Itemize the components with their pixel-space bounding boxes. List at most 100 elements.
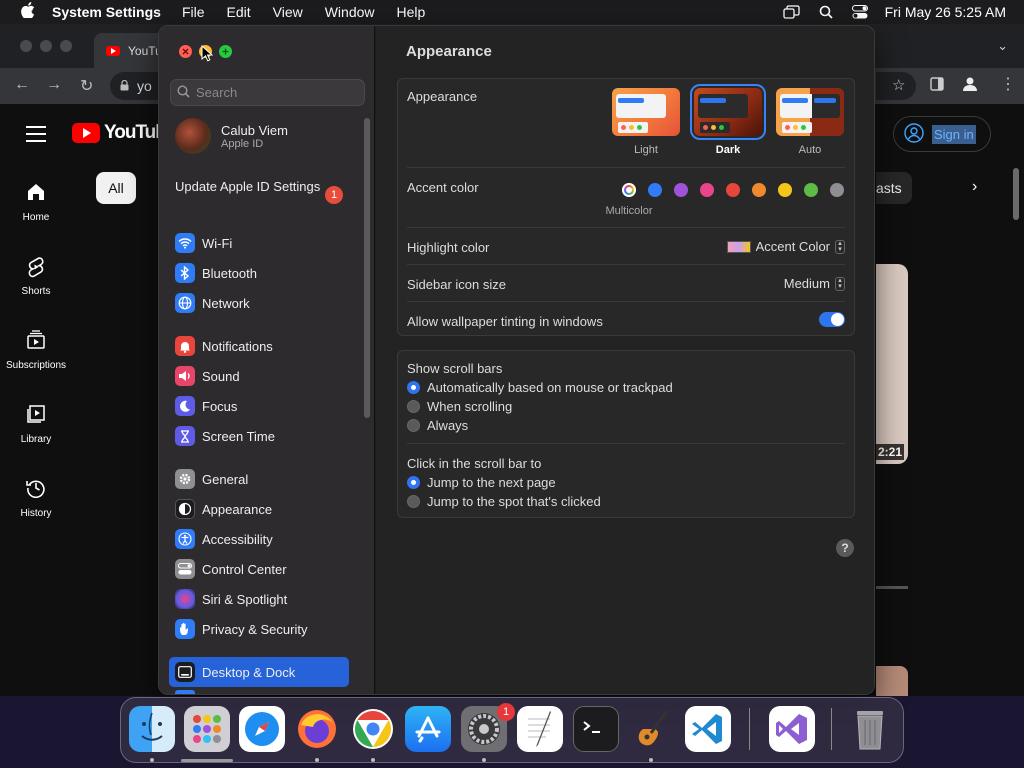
guide-menu-icon[interactable] [26,126,46,147]
scroll-auto-radio[interactable]: Automatically based on mouse or trackpad [407,380,673,395]
garageband-app-icon[interactable] [628,706,674,752]
nav-library[interactable]: Library [0,404,72,445]
accent-orange-swatch[interactable] [752,183,766,197]
launchpad-app-icon[interactable] [184,706,230,752]
textedit-app-icon[interactable] [517,706,563,752]
highlight-color-label: Highlight color [407,240,490,255]
nav-shorts[interactable]: Shorts [0,256,72,297]
visual-studio-app-icon[interactable] [769,706,815,752]
screen-mirroring-icon[interactable] [783,4,801,20]
nav-home[interactable]: Home [0,182,72,223]
divider [407,443,845,444]
sidebar-icon-size-popup[interactable]: Medium ▴ ▾ [784,276,845,291]
vscode-app-icon[interactable] [685,706,731,752]
sidebar-icon-size-value: Medium [783,276,830,291]
trash-icon[interactable] [847,706,893,752]
sidebar-item-desktop-dock[interactable]: Desktop & Dock [169,657,349,687]
wallpaper-tinting-toggle[interactable] [819,312,845,327]
spotlight-search-icon[interactable] [817,4,835,20]
sidebar-item-siri-spotlight[interactable]: Siri & Spotlight [169,586,349,612]
menu-app-name[interactable]: System Settings [52,4,161,20]
help-button[interactable]: ? [836,539,854,557]
video-thumbnail[interactable] [876,264,908,464]
appearance-auto-option[interactable] [776,88,844,136]
sidebar-item-label: Bluetooth [202,265,257,281]
browser-tab[interactable]: YouTu [94,33,164,68]
appearance-light-option[interactable] [612,88,680,136]
chrome-app-icon[interactable] [350,706,396,752]
sidebar-item-label: Sound [202,368,240,384]
sign-in-button[interactable]: Sign in [893,116,991,152]
nav-history[interactable]: History [0,478,72,519]
appearance-dark-option[interactable] [690,84,766,140]
page-scrollbar[interactable] [1013,168,1019,220]
profile-icon[interactable] [962,76,978,97]
sidebar-item-privacy-security[interactable]: Privacy & Security [169,616,349,642]
browser-menu-icon[interactable]: ⋮ [1000,74,1016,94]
browser-minimize-button[interactable] [40,40,52,52]
finder-app-icon[interactable] [129,706,175,752]
sidebar-item-appearance[interactable]: Appearance [169,496,349,522]
sidebar-item-label: Appearance [202,501,273,517]
control-center-icon[interactable] [851,4,869,20]
sidebar-scrollbar[interactable] [364,118,370,418]
browser-zoom-button[interactable] [60,40,72,52]
safari-app-icon[interactable] [239,706,285,752]
history-icon [0,478,72,502]
sidebar-item-bluetooth[interactable]: Bluetooth [169,260,349,286]
accent-purple-swatch[interactable] [674,183,688,197]
scroll-always-radio[interactable]: Always [407,418,468,433]
browser-close-button[interactable] [20,40,32,52]
update-apple-id-settings[interactable]: Update Apple ID Settings [175,179,345,195]
side-panel-icon[interactable] [930,77,944,96]
menu-bar: System Settings File Edit View Window He… [0,0,1024,24]
apple-menu-icon[interactable] [18,2,38,22]
sidebar-item-partial [175,690,195,694]
accent-yellow-swatch[interactable] [778,183,792,197]
scroll-when-scrolling-radio[interactable]: When scrolling [407,399,512,414]
sidebar-item-network[interactable]: Network [169,290,349,316]
highlight-color-popup[interactable]: Accent Color ▴ ▾ [726,239,845,254]
sidebar-search-field[interactable]: Search [170,79,365,106]
menu-edit[interactable]: Edit [227,4,251,20]
sidebar-item-wifi[interactable]: Wi-Fi [169,230,349,256]
back-arrow-icon[interactable]: ← [14,76,30,94]
menu-clock[interactable]: Fri May 26 5:25 AM [885,4,1006,20]
sidebar-item-notifications[interactable]: Notifications [169,333,349,359]
terminal-app-icon[interactable] [573,706,619,752]
sidebar-item-control-center[interactable]: Control Center [169,556,349,582]
accent-blue-swatch[interactable] [648,183,662,197]
menu-file[interactable]: File [182,4,205,20]
bookmark-star-icon[interactable]: ☆ [892,76,905,94]
accent-graphite-swatch[interactable] [830,183,844,197]
click-next-page-radio[interactable]: Jump to the next page [407,475,556,490]
reload-icon[interactable]: ↻ [80,76,93,96]
accent-red-swatch[interactable] [726,183,740,197]
app-store-app-icon[interactable] [405,706,451,752]
tab-search-chevron-icon[interactable]: ⌄ [997,38,1008,54]
zoom-button[interactable] [219,45,232,58]
video-thumbnail[interactable] [876,666,908,696]
sidebar-item-screen-time[interactable]: Screen Time [169,423,349,449]
forward-arrow-icon[interactable]: → [46,76,62,94]
menu-window[interactable]: Window [325,4,375,20]
sidebar-item-label: Screen Time [202,428,275,444]
accent-green-swatch[interactable] [804,183,818,197]
menu-view[interactable]: View [273,4,303,20]
menu-help[interactable]: Help [397,4,426,20]
nav-subscriptions[interactable]: Subscriptions [0,330,72,371]
sidebar-item-general[interactable]: General [169,466,349,492]
sidebar-item-focus[interactable]: Focus [169,393,349,419]
sidebar-item-sound[interactable]: Sound [169,363,349,389]
click-spot-radio[interactable]: Jump to the spot that's clicked [407,494,601,509]
dock: 1 [120,697,904,763]
shorts-icon [0,256,72,280]
accent-pink-swatch[interactable] [700,183,714,197]
firefox-app-icon[interactable] [294,706,340,752]
chips-next-arrow-icon[interactable]: › [972,178,977,196]
sidebar-item-accessibility[interactable]: Accessibility [169,526,349,552]
apple-id-account[interactable]: Calub Viem Apple ID [175,118,288,154]
chip-podcasts[interactable]: asts [876,172,912,204]
chip-all[interactable]: All [96,172,136,204]
close-button[interactable] [179,45,192,58]
